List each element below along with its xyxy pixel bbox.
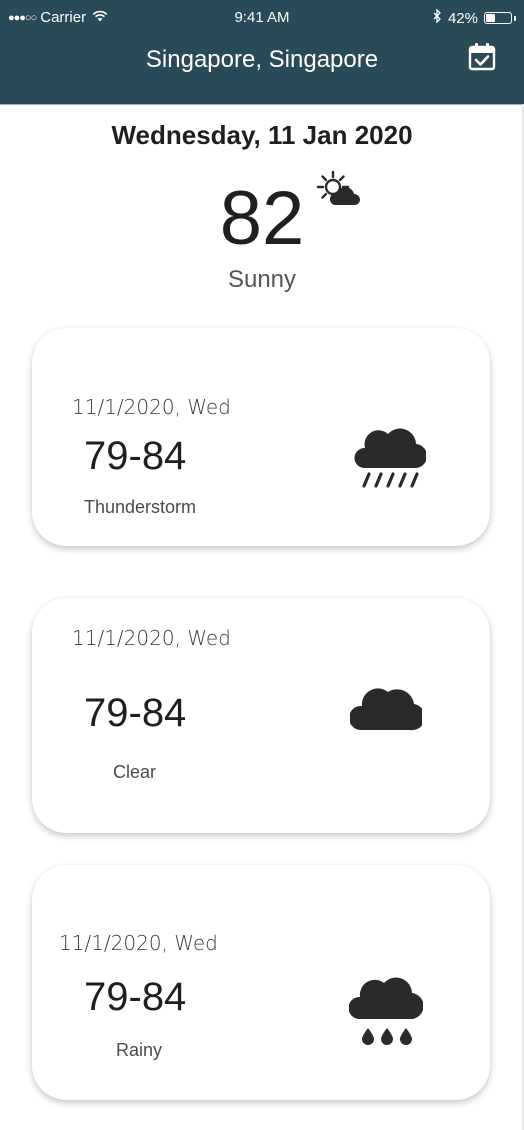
bluetooth-icon	[433, 8, 442, 27]
status-right: 42%	[433, 8, 516, 27]
forecast-condition: Thunderstorm	[84, 497, 197, 517]
current-temperature: 82	[219, 176, 305, 261]
battery-percent: 42%	[447, 9, 478, 27]
cloud-rain-icon	[354, 422, 428, 495]
battery-level	[486, 14, 495, 22]
forecast-temp-range: 79-84	[84, 691, 187, 735]
cloud-drops-icon	[348, 971, 424, 1052]
status-bar: ●●●○○ Carrier 9:41 AM 42%	[0, 0, 524, 36]
weather-app: ●●●○○ Carrier 9:41 AM 42% Singapore, Sin…	[0, 0, 524, 1130]
cloud-icon	[348, 682, 426, 739]
battery-icon	[484, 12, 516, 24]
calendar-check-icon	[468, 43, 496, 71]
forecast-card[interactable]: 11/1/2020, Wed 79-84 Rainy	[32, 865, 490, 1100]
current-date: Wednesday, 11 Jan 2020	[111, 120, 413, 150]
app-header: ●●●○○ Carrier 9:41 AM 42% Singapore, Sin…	[0, 0, 524, 105]
forecast-temp-range: 79-84	[84, 975, 187, 1019]
calendar-button[interactable]	[467, 42, 497, 72]
location-title: Singapore, Singapore	[145, 46, 379, 73]
forecast-condition: Rainy	[116, 1040, 163, 1060]
forecast-date: 11/1/2020, Wed	[72, 626, 231, 650]
partly-sunny-icon	[316, 170, 364, 210]
forecast-temp-range: 79-84	[84, 434, 187, 478]
battery-tip	[513, 16, 516, 21]
current-condition: Sunny	[227, 266, 297, 293]
forecast-card[interactable]: 11/1/2020, Wed 79-84 Thunderstorm	[32, 328, 490, 546]
forecast-date: 11/1/2020, Wed	[59, 931, 218, 955]
forecast-date: 11/1/2020, Wed	[72, 395, 231, 419]
forecast-card[interactable]: 11/1/2020, Wed 79-84 Clear	[32, 598, 490, 833]
forecast-condition: Clear	[113, 762, 157, 782]
